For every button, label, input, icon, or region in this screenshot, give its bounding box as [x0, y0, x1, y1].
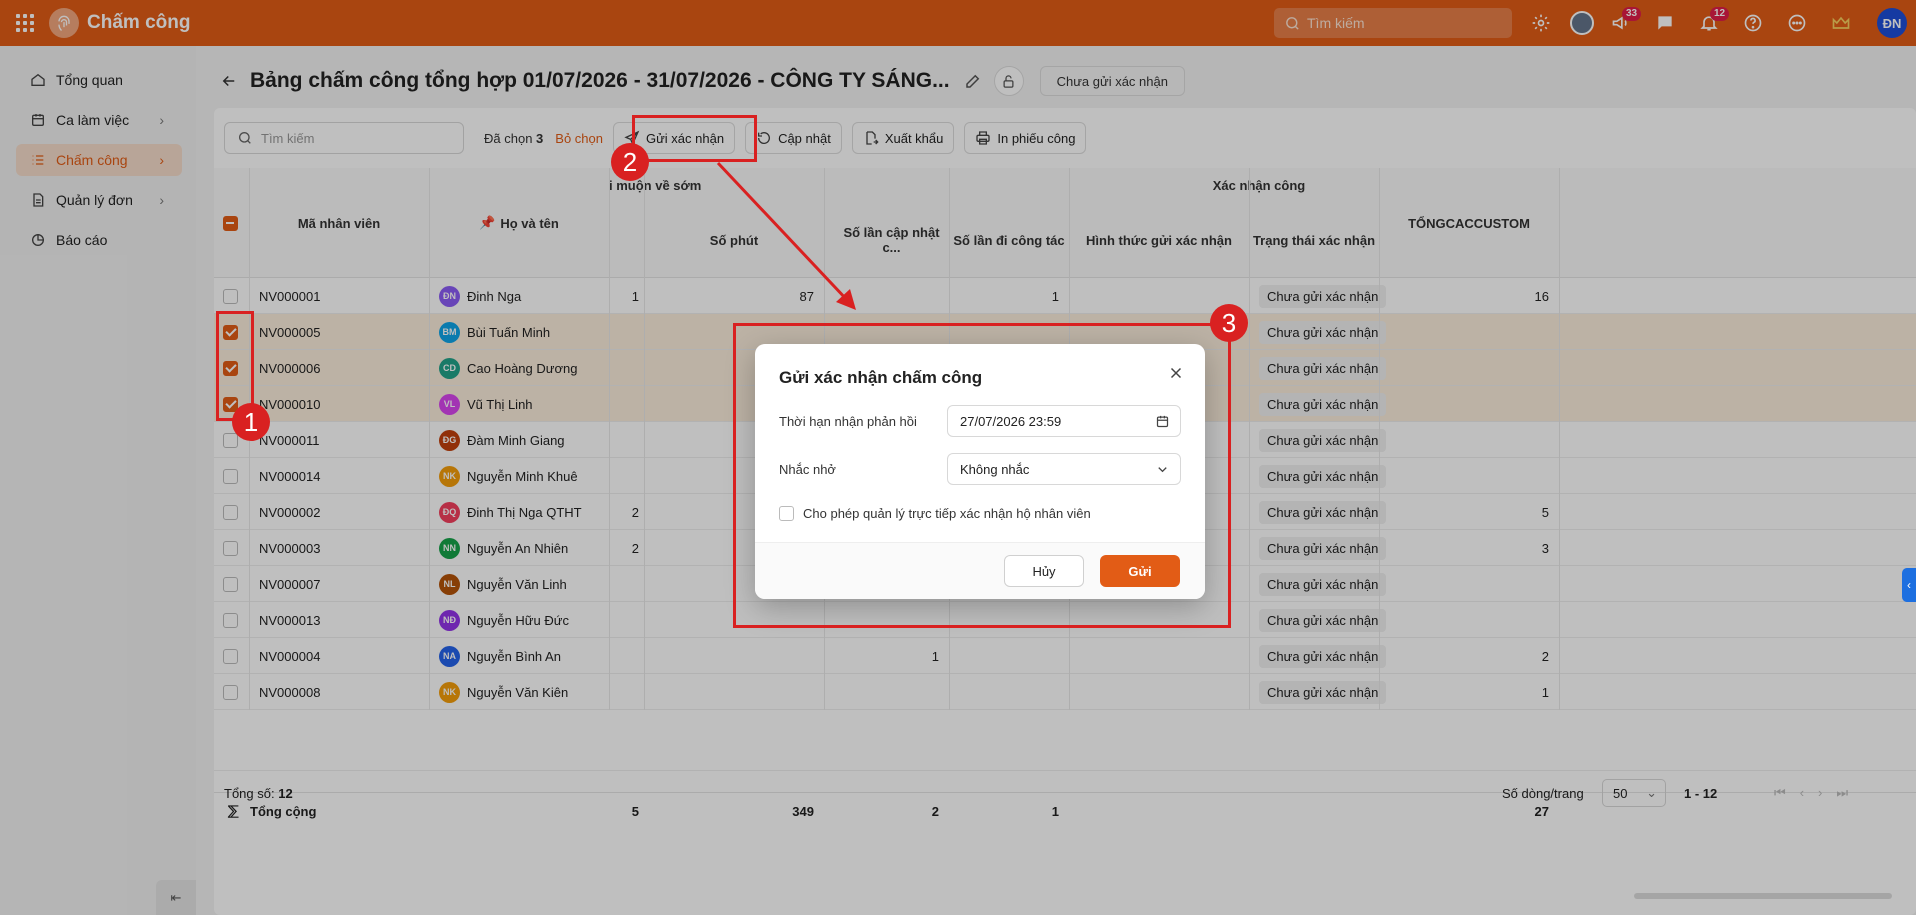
annotation-box-send-button [632, 115, 757, 162]
annotation-marker-2: 2 [611, 143, 649, 181]
annotation-marker-1: 1 [232, 403, 270, 441]
side-panel-toggle-icon[interactable]: ‹ [1902, 568, 1916, 602]
annotation-box-dialog [733, 323, 1231, 628]
annotation-marker-3: 3 [1210, 304, 1248, 342]
